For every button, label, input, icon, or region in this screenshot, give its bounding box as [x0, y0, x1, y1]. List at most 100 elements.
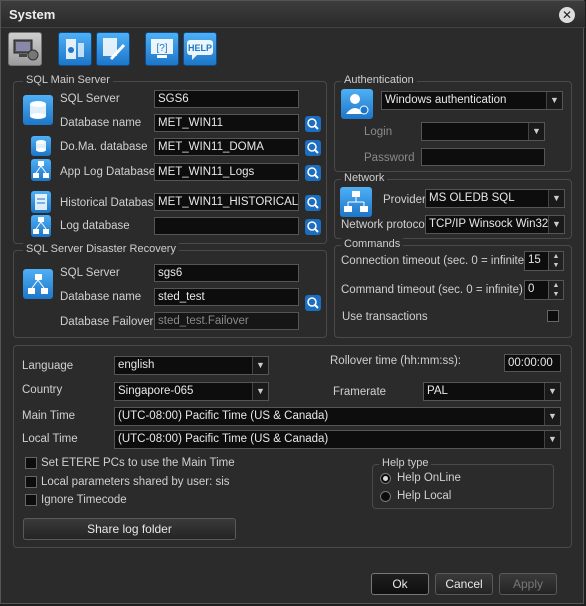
spin-up-icon[interactable]: ▲: [549, 281, 563, 290]
title-bar[interactable]: System ✕: [1, 1, 585, 28]
spin-down-icon[interactable]: ▼: [549, 290, 563, 299]
login-label: Login: [364, 126, 393, 138]
database-name-field[interactable]: MET_WIN11: [154, 114, 299, 132]
help2-glyph: [?]: [156, 43, 167, 54]
search-icon: [307, 118, 319, 130]
language-value: english: [118, 359, 155, 371]
use-transactions-label: Use transactions: [342, 311, 428, 323]
set-etere-main-time-label: Set ETERE PCs to use the Main Time: [41, 457, 235, 469]
historical-database-field[interactable]: MET_WIN11_HISTORICAL: [154, 193, 299, 211]
app-log-database-icon: [31, 159, 51, 181]
dr-sql-server-field[interactable]: sgs6: [154, 264, 299, 282]
tools-tab-button[interactable]: [96, 32, 130, 66]
browse-database-button[interactable]: [305, 116, 321, 132]
connection-timeout-spinner[interactable]: 15 ▲ ▼: [524, 251, 564, 271]
provider-value: MS OLEDB SQL: [429, 192, 515, 204]
help-local-label: Help Local: [397, 490, 452, 502]
rollover-time-field[interactable]: 00:00:00: [504, 354, 561, 372]
help-online-radio[interactable]: [380, 473, 391, 484]
main-time-value: (UTC-08:00) Pacific Time (US & Canada): [118, 410, 329, 422]
doma-database-label: Do.Ma. database: [60, 141, 148, 153]
disaster-recovery-label: SQL Server Disaster Recovery: [23, 243, 179, 255]
chevron-down-icon: ▼: [544, 408, 560, 425]
share-log-folder-button[interactable]: Share log folder: [23, 518, 236, 540]
spin-up-icon[interactable]: ▲: [549, 252, 563, 261]
framerate-value: PAL: [427, 385, 448, 397]
computer-settings-icon: [13, 39, 39, 61]
local-time-label: Local Time: [22, 433, 78, 445]
database-server-icon: [23, 95, 53, 125]
connection-timeout-label: Connection timeout (sec. 0 = infinite): [341, 255, 528, 267]
commands-label: Commands: [341, 238, 404, 250]
main-time-select[interactable]: (UTC-08:00) Pacific Time (US & Canada) ▼: [114, 407, 561, 426]
language-label: Language: [22, 360, 74, 372]
user-auth-icon: [341, 89, 373, 119]
provider-label: Provider: [383, 194, 426, 206]
network-protocol-select[interactable]: TCP/IP Winsock Win32 ▼: [425, 215, 565, 234]
sql-server-label: SQL Server: [60, 93, 120, 105]
language-select[interactable]: english ▼: [114, 356, 269, 375]
help-bubble-icon: HELP: [187, 40, 213, 60]
country-select[interactable]: Singapore-065 ▼: [114, 382, 269, 401]
rollover-time-label: Rollover time (hh:mm:ss):: [330, 355, 461, 367]
database-failover-label: Database Failover: [60, 316, 154, 328]
dr-database-name-field[interactable]: sted_test: [154, 288, 299, 306]
system-settings-tab-button[interactable]: [8, 32, 42, 66]
browse-app-log-button[interactable]: [305, 165, 321, 181]
browse-doma-button[interactable]: [305, 140, 321, 156]
command-timeout-spinner[interactable]: 0 ▲ ▼: [524, 280, 564, 300]
network-icon: [340, 187, 372, 217]
network-label: Network: [341, 172, 388, 184]
help-tab-button[interactable]: HELP: [183, 32, 217, 66]
chevron-down-icon: ▼: [528, 123, 544, 140]
local-time-select[interactable]: (UTC-08:00) Pacific Time (US & Canada) ▼: [114, 430, 561, 449]
password-field[interactable]: [421, 148, 545, 166]
framerate-label: Framerate: [333, 386, 387, 398]
network-protocol-label: Network protocol: [341, 219, 428, 231]
chevron-down-icon: ▼: [544, 431, 560, 448]
local-time-value: (UTC-08:00) Pacific Time (US & Canada): [118, 433, 329, 445]
dr-database-name-label: Database name: [60, 291, 142, 303]
app-log-database-label: App Log Database: [60, 166, 156, 178]
browse-log-database-button[interactable]: [305, 219, 321, 235]
cancel-button[interactable]: Cancel: [435, 573, 493, 595]
chevron-down-icon: ▼: [544, 383, 560, 400]
spin-down-icon[interactable]: ▼: [549, 261, 563, 270]
ignore-timecode-checkbox[interactable]: [25, 494, 37, 506]
local-parameters-label: Local parameters shared by user: sis: [41, 476, 230, 488]
chevron-down-icon: ▼: [548, 216, 564, 233]
help-local-radio[interactable]: [380, 491, 391, 502]
search-icon: [307, 142, 319, 154]
login-select[interactable]: ▼: [421, 122, 545, 141]
database-name-label: Database name: [60, 117, 142, 129]
browse-historical-button[interactable]: [305, 195, 321, 211]
historical-database-label: Historical Database: [60, 197, 160, 209]
sql-main-server-label: SQL Main Server: [23, 74, 113, 86]
close-button[interactable]: ✕: [559, 7, 575, 23]
local-parameters-checkbox[interactable]: [25, 476, 37, 488]
log-database-icon: [31, 215, 51, 237]
log-database-field[interactable]: [154, 217, 299, 235]
authentication-mode-select[interactable]: Windows authentication ▼: [381, 91, 563, 110]
set-etere-main-time-checkbox[interactable]: [25, 457, 37, 469]
chevron-down-icon: ▼: [252, 383, 268, 400]
about-tab-button[interactable]: [?]: [145, 32, 179, 66]
log-database-label: Log database: [60, 220, 130, 232]
sql-server-field[interactable]: SGS6: [154, 90, 299, 108]
tools-icon: [103, 38, 126, 61]
country-label: Country: [22, 384, 63, 396]
use-transactions-checkbox[interactable]: [547, 310, 559, 322]
ok-button[interactable]: Ok: [371, 573, 429, 595]
search-icon: [307, 297, 319, 309]
provider-select[interactable]: MS OLEDB SQL ▼: [425, 189, 565, 208]
dr-sql-server-label: SQL Server: [60, 267, 120, 279]
recovery-network-icon: [23, 269, 53, 299]
hardware-tab-button[interactable]: [58, 32, 92, 66]
authentication-mode-value: Windows authentication: [385, 94, 507, 106]
framerate-select[interactable]: PAL ▼: [423, 382, 561, 401]
chevron-down-icon: ▼: [546, 92, 562, 109]
apply-button: Apply: [499, 573, 557, 595]
app-log-database-field[interactable]: MET_WIN11_Logs: [154, 163, 299, 181]
doma-database-field[interactable]: MET_WIN11_DOMA: [154, 138, 299, 156]
browse-dr-database-button[interactable]: [305, 295, 321, 311]
